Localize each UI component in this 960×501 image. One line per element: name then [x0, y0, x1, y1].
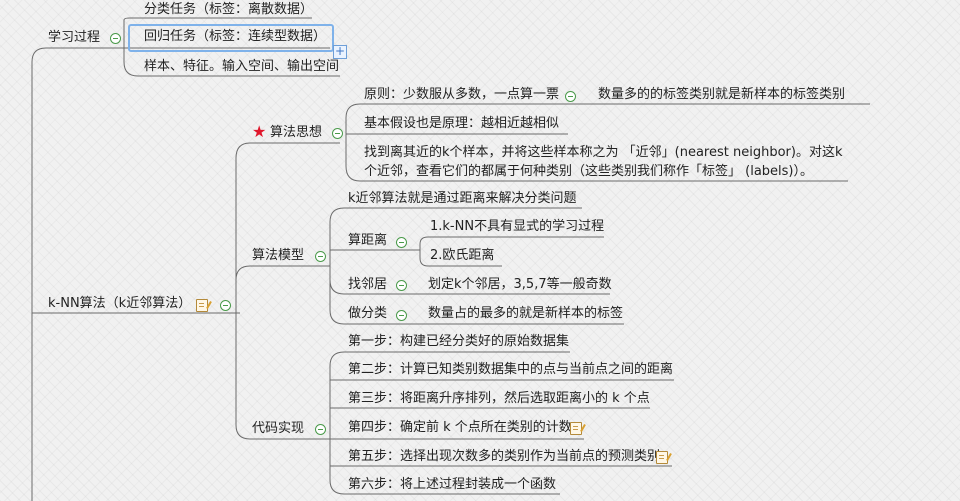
study-process-node[interactable]: 学习过程 [48, 29, 100, 47]
distance-item-node[interactable]: 1.k-NN不具有显式的学习过程 [430, 218, 604, 236]
connector-model [235, 265, 330, 313]
step-node[interactable]: 第四步：确定前 k 个点所在类别的计数 [348, 419, 572, 437]
collapse-toggle-icon[interactable] [332, 128, 343, 139]
classify-node[interactable]: 做分类 [348, 305, 387, 323]
step-node[interactable]: 第三步：将距离升序排列，然后选取距离小的 k 个点 [348, 390, 650, 408]
collapse-toggle-icon[interactable] [396, 237, 407, 248]
neighbors-description-node[interactable]: 找到离其近的k个样本，并将这些样本称之为 「近邻」(nearest neighb… [364, 143, 844, 181]
regression-task-node[interactable]: 回归任务（标签：连续型数据） [144, 28, 326, 46]
classification-task-node[interactable]: 分类任务（标签：离散数据） [144, 1, 313, 19]
root-node[interactable]: k-NN算法（k近邻算法） [48, 295, 191, 313]
model-intro-node[interactable]: k近邻算法就是通过距离来解决分类问题 [348, 190, 577, 208]
step-node[interactable]: 第六步：将上述过程封装成一个函数 [348, 476, 556, 494]
note-icon[interactable] [656, 451, 668, 464]
star-icon: ★ [252, 122, 267, 141]
algorithm-idea-node[interactable]: 算法思想 [270, 124, 322, 142]
find-neighbors-detail-node[interactable]: 划定k个邻居，3,5,7等一般奇数 [428, 276, 612, 294]
collapse-toggle-icon[interactable] [565, 91, 576, 102]
collapse-toggle-icon[interactable] [396, 310, 407, 321]
step-node[interactable]: 第二步：计算已知类别数据集中的点与当前点之间的距离 [348, 361, 673, 379]
code-implementation-node[interactable]: 代码实现 [252, 420, 304, 438]
step-node[interactable]: 第五步：选择出现次数多的类别作为当前点的预测类别 [348, 448, 660, 466]
find-neighbors-node[interactable]: 找邻居 [348, 276, 387, 294]
distance-item-node[interactable]: 2.欧氏距离 [430, 247, 494, 265]
note-icon[interactable] [570, 422, 582, 435]
assumption-node[interactable]: 基本假设也是原理：越相近越相似 [364, 115, 559, 133]
collapse-toggle-icon[interactable] [110, 33, 121, 44]
connector-idea [235, 142, 340, 313]
step-node[interactable]: 第一步：构建已经分类好的原始数据集 [348, 333, 569, 351]
collapse-toggle-icon[interactable] [396, 280, 407, 291]
sample-feature-node[interactable]: 样本、特征。输入空间、输出空间 [144, 58, 339, 76]
collapse-toggle-icon[interactable] [220, 300, 231, 311]
algorithm-model-node[interactable]: 算法模型 [252, 247, 304, 265]
collapse-toggle-icon[interactable] [315, 251, 326, 262]
add-node-icon[interactable]: + [333, 45, 347, 59]
principle-node[interactable]: 原则：少数服从多数，一点算一票 [364, 86, 559, 104]
connector-study [31, 47, 108, 501]
distance-node[interactable]: 算距离 [348, 232, 387, 250]
classify-detail-node[interactable]: 数量占的最多的就是新样本的标签 [428, 305, 623, 323]
note-icon[interactable] [196, 299, 208, 312]
collapse-toggle-icon[interactable] [315, 424, 326, 435]
principle-detail-node[interactable]: 数量多的的标签类别就是新样本的标签类别 [598, 86, 845, 104]
